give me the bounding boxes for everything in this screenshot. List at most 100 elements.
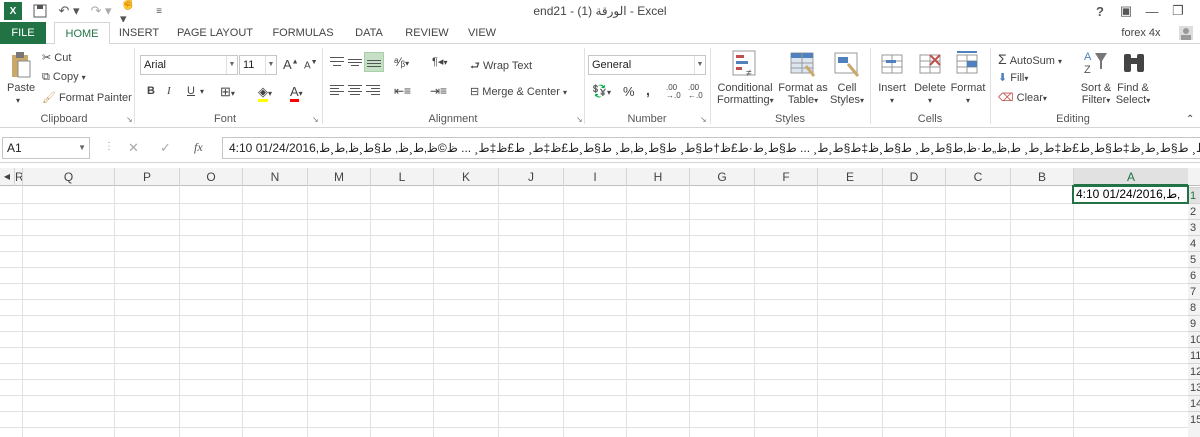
row-header[interactable]: 6 (1188, 267, 1200, 283)
column-header[interactable]: C (945, 168, 1010, 186)
percent-style-button[interactable]: % (623, 84, 635, 99)
font-launcher-icon[interactable]: ↘ (312, 115, 319, 124)
column-header[interactable]: H (626, 168, 689, 186)
font-size-select[interactable]: 11 ▼ (239, 55, 277, 75)
column-header[interactable]: I (563, 168, 626, 186)
column-header[interactable]: O (179, 168, 242, 186)
row-header[interactable]: 10 (1188, 331, 1200, 347)
align-left-icon[interactable] (328, 82, 346, 98)
cell-styles-button[interactable]: Cell Styles▾ (830, 82, 864, 106)
comma-style-button[interactable]: , (646, 82, 650, 98)
bold-button[interactable]: B (147, 85, 155, 97)
insert-function-icon[interactable]: fx (194, 140, 203, 155)
row-header[interactable]: 2 (1188, 203, 1200, 219)
name-box[interactable]: A1 ▼ (2, 137, 90, 159)
column-header[interactable]: E (817, 168, 882, 186)
row-header[interactable]: 15 (1188, 411, 1200, 437)
column-header[interactable]: J (498, 168, 563, 186)
cancel-icon[interactable]: ✕ (128, 140, 139, 156)
clear-button[interactable]: ⌫ Clear▾ (998, 91, 1047, 104)
row-header[interactable]: 3 (1188, 219, 1200, 235)
number-format-select[interactable]: General ▼ (588, 55, 706, 75)
copy-button[interactable]: ⧉ Copy ▾ (42, 71, 86, 84)
restore-button[interactable]: ❐ (1164, 1, 1192, 21)
format-painter-button[interactable]: 🖌 Format Painter (42, 91, 132, 104)
decrease-decimal-button[interactable]: .00 ←.0 (688, 84, 706, 100)
conditional-formatting-icon[interactable]: ≠ (731, 49, 759, 79)
user-account[interactable]: forex 4x (1112, 22, 1170, 44)
merge-center-button[interactable]: ⊟ Merge & Center ▾ (470, 85, 567, 98)
column-header[interactable]: K (433, 168, 498, 186)
row-header[interactable]: 14 (1188, 395, 1200, 411)
row-header[interactable]: 7 (1188, 283, 1200, 299)
row-header[interactable]: 5 (1188, 251, 1200, 267)
increase-font-size-button[interactable]: A▲ (283, 57, 299, 72)
tab-formulas[interactable]: FORMULAS (266, 22, 340, 44)
column-header[interactable]: M (307, 168, 370, 186)
column-header-selected[interactable]: A (1073, 168, 1188, 186)
column-header[interactable]: B (1010, 168, 1073, 186)
italic-button[interactable]: I (167, 85, 171, 97)
format-as-table-icon[interactable] (789, 49, 817, 79)
wrap-text-button[interactable]: ⮐ Wrap Text (470, 57, 532, 76)
delete-cells-icon[interactable] (916, 49, 944, 79)
increase-indent-icon[interactable]: ⇥≡ (430, 84, 447, 98)
conditional-formatting-button[interactable]: Conditional Formatting▾ (717, 82, 774, 106)
underline-dropdown-icon[interactable]: ▾ (200, 87, 204, 96)
fill-button[interactable]: ⬇ Fill▾ (998, 71, 1028, 84)
column-header[interactable]: D (882, 168, 945, 186)
format-cells-icon[interactable] (953, 49, 981, 79)
autosum-button[interactable]: Σ AutoSum ▾ (998, 51, 1062, 67)
tab-file[interactable]: FILE (0, 22, 46, 44)
column-header[interactable]: F (754, 168, 817, 186)
align-top-icon[interactable] (328, 54, 346, 70)
cut-button[interactable]: ✂ Cut (42, 51, 71, 64)
cell-styles-icon[interactable] (833, 49, 861, 79)
paste-button[interactable]: Paste (7, 82, 35, 94)
column-header[interactable]: L (370, 168, 433, 186)
tab-review[interactable]: REVIEW (400, 22, 454, 44)
align-right-icon[interactable] (364, 82, 382, 98)
increase-decimal-button[interactable]: .00 →.0 (666, 84, 684, 100)
decrease-indent-icon[interactable]: ⇤≡ (394, 84, 411, 98)
tab-view[interactable]: VIEW (462, 22, 502, 44)
sort-filter-icon[interactable]: AZ (1082, 48, 1110, 78)
text-direction-icon[interactable]: ¶◂▾ (432, 55, 447, 68)
tab-home[interactable]: HOME (54, 22, 110, 45)
format-as-table-button[interactable]: Format as Table▾ (778, 82, 828, 106)
tab-data[interactable]: DATA (346, 22, 392, 44)
clipboard-launcher-icon[interactable]: ↘ (126, 115, 133, 124)
align-bottom-icon[interactable] (364, 52, 384, 72)
insert-cells-icon[interactable] (878, 49, 906, 79)
row-header[interactable]: 13 (1188, 379, 1200, 395)
column-header[interactable]: Q (22, 168, 114, 186)
row-header[interactable]: 9 (1188, 315, 1200, 331)
align-middle-icon[interactable] (346, 54, 364, 70)
column-header[interactable]: P (114, 168, 179, 186)
row-header-selected[interactable]: 1 (1188, 187, 1200, 203)
select-all-icon[interactable]: ◀ (0, 168, 14, 186)
align-center-icon[interactable] (346, 82, 364, 98)
borders-icon[interactable]: ⊞▾ (220, 84, 235, 100)
enter-icon[interactable]: ✓ (160, 140, 171, 156)
find-select-button[interactable]: Find & Select▾ (1115, 82, 1151, 106)
insert-cells-button[interactable]: Insert ▾ (877, 82, 907, 106)
delete-cells-button[interactable]: Delete ▾ (913, 82, 947, 106)
accounting-format-icon[interactable]: 💱▾ (592, 84, 611, 98)
format-cells-button[interactable]: Format ▾ (950, 82, 986, 106)
binoculars-icon[interactable] (1120, 48, 1148, 78)
active-cell-a1[interactable]: 4:10 01/24/2016,ط‚ (1072, 185, 1189, 204)
column-header[interactable]: N (242, 168, 307, 186)
row-header[interactable]: 8 (1188, 299, 1200, 315)
column-header[interactable]: G (689, 168, 754, 186)
column-header[interactable]: R (14, 168, 24, 186)
orientation-icon[interactable]: ᵃ⁄ᵦ▾ (394, 55, 409, 69)
paste-icon[interactable] (8, 50, 34, 80)
minimize-button[interactable]: — (1138, 1, 1166, 21)
row-header[interactable]: 12 (1188, 363, 1200, 379)
collapse-ribbon-icon[interactable]: ⌃ (1186, 114, 1194, 125)
fill-color-icon[interactable]: ◈▾ (258, 84, 272, 102)
font-name-select[interactable]: Arial ▼ (140, 55, 238, 75)
alignment-launcher-icon[interactable]: ↘ (576, 115, 583, 124)
tab-insert[interactable]: INSERT (114, 22, 164, 44)
